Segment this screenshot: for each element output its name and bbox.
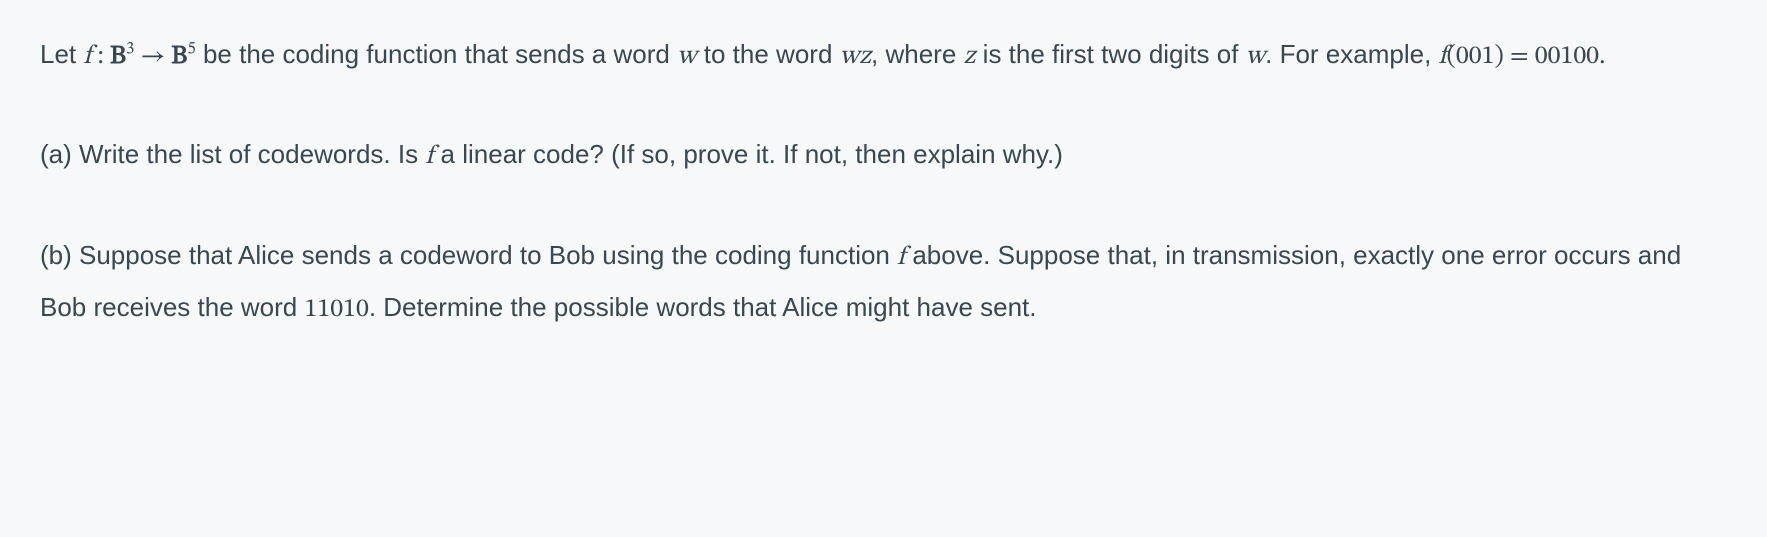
math-eq: =	[1504, 44, 1535, 70]
math-colon: :	[91, 44, 110, 70]
text: be the coding function that sends a word	[196, 39, 677, 69]
math-B2: B	[171, 44, 187, 70]
math-lparen: (	[1447, 44, 1456, 70]
text: (a) Write the list of codewords. Is	[40, 139, 425, 169]
math-rparen: )	[1494, 44, 1503, 70]
math-f: f	[1439, 44, 1447, 70]
math-f: f	[897, 245, 905, 271]
paragraph-part-a: (a) Write the list of codewords. Is f a …	[40, 130, 1727, 182]
math-z: z	[964, 44, 976, 70]
text: . For example,	[1265, 39, 1438, 69]
text: to the word	[697, 39, 840, 69]
text: , where	[871, 39, 964, 69]
math-w: w	[677, 44, 696, 70]
text: (b) Suppose that Alice sends a codeword …	[40, 240, 897, 270]
text: a linear code? (If so, prove it. If not,…	[433, 139, 1063, 169]
paragraph-part-b: (b) Suppose that Alice sends a codeword …	[40, 231, 1727, 336]
math-arg: 001	[1456, 44, 1495, 70]
text: is the first two digits of	[975, 39, 1245, 69]
math-dot: .	[1599, 44, 1605, 70]
math-w: w	[1246, 44, 1265, 70]
math-wz: wz	[840, 44, 871, 70]
math-exp2: 5	[187, 41, 195, 58]
math-B1: B	[110, 44, 126, 70]
text: . Determine the possible words that Alic…	[369, 292, 1037, 322]
math-num: 11010	[304, 297, 368, 323]
math-result: 00100	[1535, 44, 1599, 70]
text: Let	[40, 39, 83, 69]
arrow-icon: →	[134, 44, 171, 70]
paragraph-intro: Let f : B3 → B5 be the coding function t…	[40, 30, 1727, 82]
